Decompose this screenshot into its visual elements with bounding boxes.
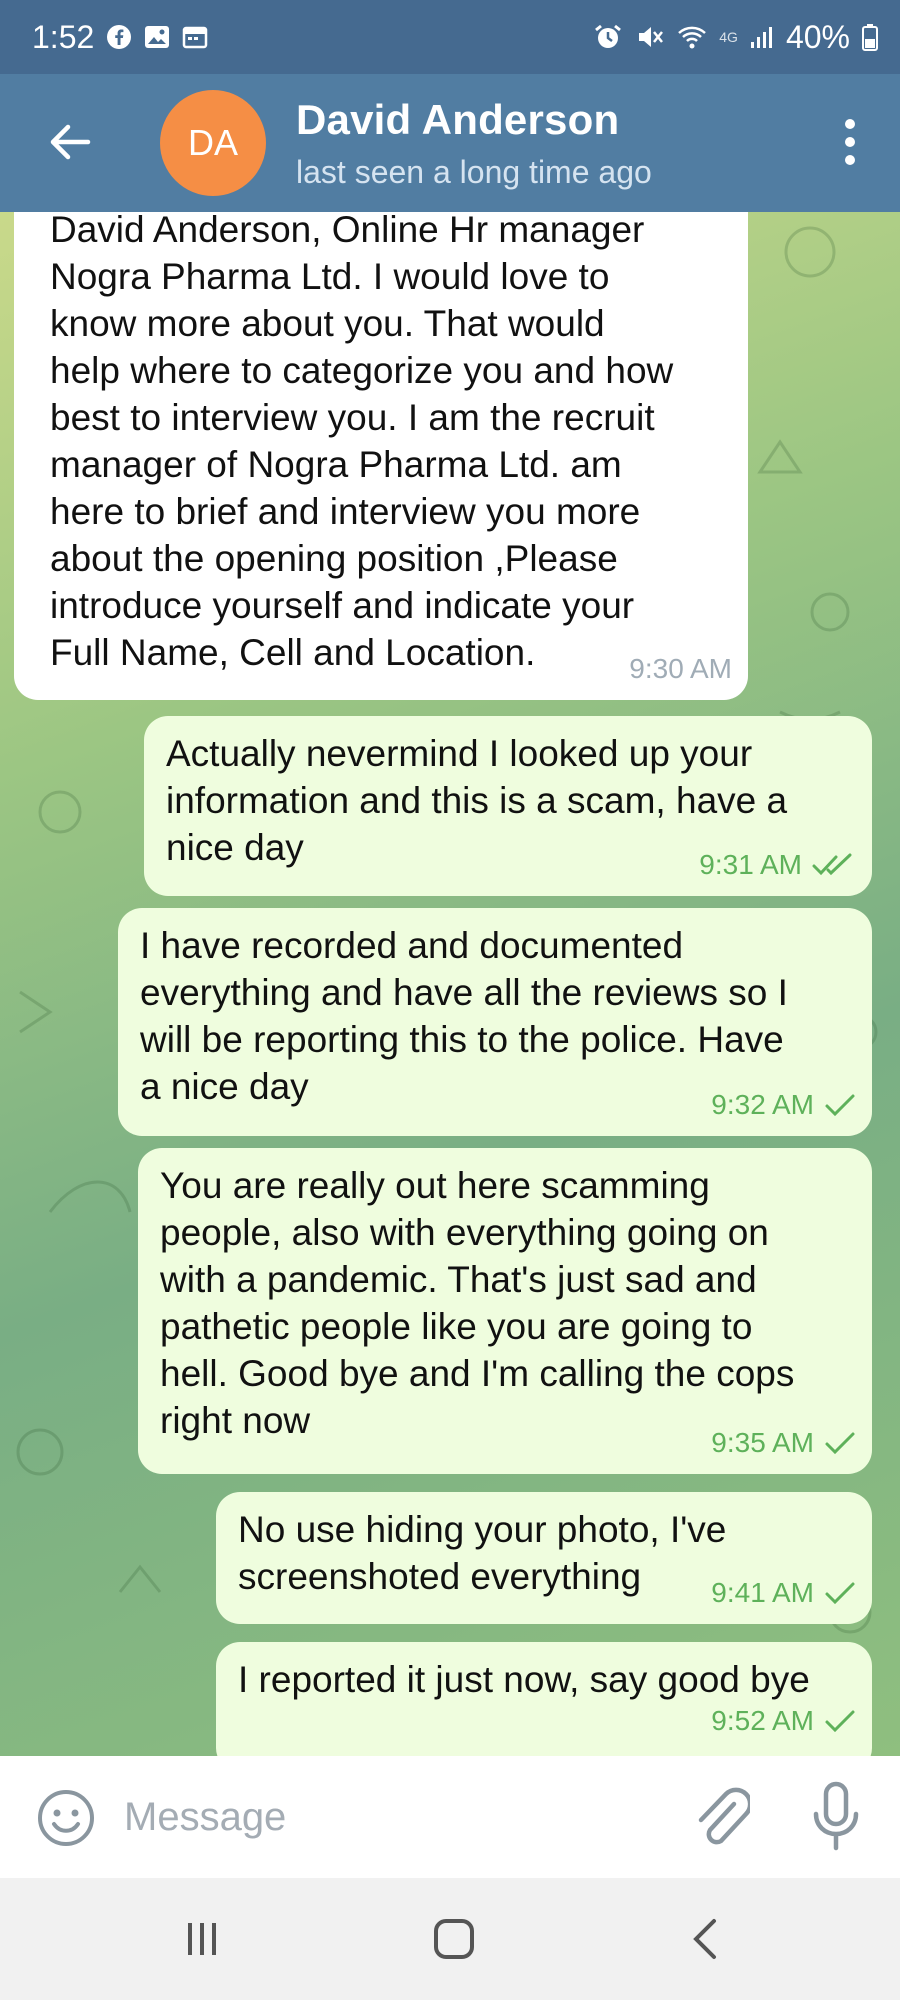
message-text: I have recorded and documented everythin… bbox=[140, 925, 788, 1107]
recents-button[interactable] bbox=[172, 1914, 232, 1964]
message-time: 9:31 AM bbox=[699, 849, 802, 880]
message-meta: 9:30 AM bbox=[629, 645, 732, 692]
emoji-button[interactable] bbox=[36, 1788, 96, 1848]
message-bubble-outgoing[interactable]: I have recorded and documented everythin… bbox=[118, 908, 872, 1136]
message-text: Actually nevermind I looked up your info… bbox=[166, 733, 788, 868]
check-icon bbox=[824, 1431, 856, 1455]
system-navigation-bar bbox=[0, 1878, 900, 2000]
message-bubble-outgoing[interactable]: You are really out here scamming people,… bbox=[138, 1148, 872, 1474]
message-meta: 9:35 AM bbox=[711, 1419, 856, 1466]
alarm-icon bbox=[593, 22, 623, 52]
network-type: 4G bbox=[719, 29, 738, 45]
smile-icon bbox=[38, 1790, 94, 1846]
contact-name[interactable]: David Anderson bbox=[296, 96, 619, 144]
message-meta: 9:32 AM bbox=[711, 1081, 856, 1128]
more-vertical-icon-dot bbox=[845, 137, 855, 147]
mute-icon bbox=[635, 22, 665, 52]
message-bubble-outgoing[interactable]: I reported it just now, say good bye 9:5… bbox=[216, 1642, 872, 1756]
nav-back-button[interactable] bbox=[676, 1914, 736, 1964]
message-time: 9:32 AM bbox=[711, 1089, 814, 1120]
message-meta: 9:52 AM bbox=[711, 1697, 856, 1744]
message-bubble-outgoing[interactable]: Actually nevermind I looked up your info… bbox=[144, 716, 872, 896]
message-text: No use hiding your photo, I've screensho… bbox=[238, 1509, 727, 1597]
message-meta: 9:41 AM bbox=[711, 1569, 856, 1616]
chat-header: DA David Anderson last seen a long time … bbox=[0, 74, 900, 212]
message-time: 9:30 AM bbox=[629, 653, 732, 684]
message-time: 9:52 AM bbox=[711, 1705, 814, 1736]
more-vertical-icon bbox=[845, 119, 855, 129]
wifi-icon bbox=[677, 23, 707, 51]
back-button[interactable] bbox=[40, 112, 100, 172]
gallery-icon bbox=[144, 25, 170, 49]
arrow-left-icon bbox=[50, 124, 91, 160]
check-icon bbox=[824, 1581, 856, 1605]
message-text: David Anderson, Online Hr manager Nogra … bbox=[50, 212, 674, 673]
more-vertical-icon-dot bbox=[845, 155, 855, 165]
message-time: 9:35 AM bbox=[711, 1427, 814, 1458]
recents-icon bbox=[188, 1923, 216, 1955]
message-bubble-outgoing[interactable]: No use hiding your photo, I've screensho… bbox=[216, 1492, 872, 1624]
message-meta: 9:31 AM bbox=[699, 841, 856, 888]
message-composer bbox=[0, 1756, 900, 1878]
more-options-button[interactable] bbox=[828, 112, 872, 172]
home-icon bbox=[434, 1919, 474, 1959]
battery-icon bbox=[862, 23, 878, 51]
chat-area[interactable]: David Anderson, Online Hr manager Nogra … bbox=[0, 212, 900, 1756]
paperclip-icon bbox=[698, 1787, 753, 1845]
message-time: 9:41 AM bbox=[711, 1577, 814, 1608]
microphone-button[interactable] bbox=[806, 1780, 866, 1854]
message-text: I reported it just now, say good bye bbox=[238, 1659, 810, 1700]
check-icon bbox=[824, 1093, 856, 1117]
signal-icon bbox=[750, 25, 774, 49]
status-left: 1:52 bbox=[32, 19, 208, 56]
status-time: 1:52 bbox=[32, 18, 95, 55]
status-bar: 1:52 4G 40% bbox=[0, 0, 900, 74]
check-icon bbox=[824, 1709, 856, 1733]
home-button[interactable] bbox=[424, 1914, 484, 1964]
message-input[interactable] bbox=[124, 1784, 664, 1850]
double-check-icon bbox=[812, 853, 856, 877]
avatar[interactable]: DA bbox=[160, 90, 266, 196]
microphone-icon bbox=[813, 1781, 859, 1851]
status-right: 4G 40% bbox=[593, 19, 878, 56]
battery-percent: 40% bbox=[785, 18, 850, 55]
back-chevron-icon bbox=[693, 1919, 716, 1959]
calendar-icon bbox=[182, 25, 208, 49]
message-text: You are really out here scamming people,… bbox=[160, 1165, 795, 1441]
contact-status: last seen a long time ago bbox=[296, 154, 652, 190]
message-bubble-incoming[interactable]: David Anderson, Online Hr manager Nogra … bbox=[14, 212, 748, 700]
attach-button[interactable] bbox=[690, 1782, 753, 1852]
facebook-icon bbox=[106, 24, 132, 50]
